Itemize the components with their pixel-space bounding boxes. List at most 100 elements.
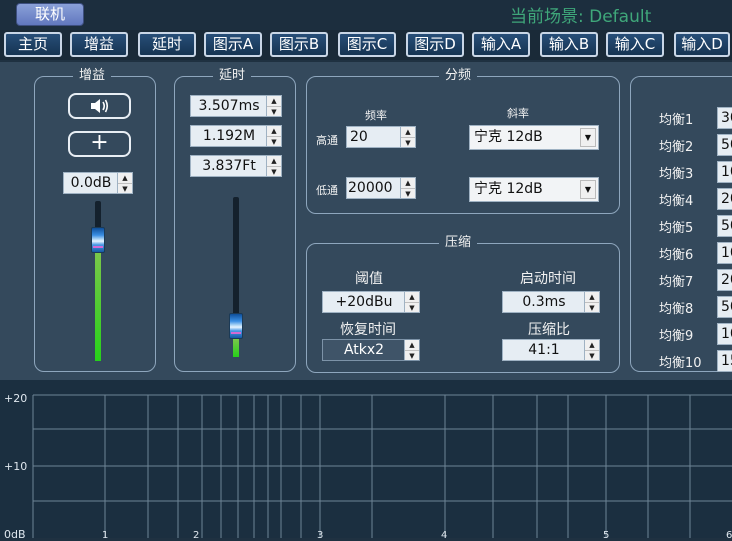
highpass-slope-select[interactable]: 宁克 12dB ▼ <box>469 125 599 150</box>
ratio-label: 压缩比 <box>528 322 570 338</box>
add-button[interactable]: + <box>68 131 131 157</box>
threshold-spinbox[interactable]: +20dBu ▲ ▼ <box>322 291 420 313</box>
mute-button[interactable] <box>68 93 131 119</box>
eq-value-4[interactable]: 20 <box>717 188 732 210</box>
chevron-down-icon[interactable]: ▼ <box>580 180 596 199</box>
delay-meters-arrows[interactable]: ▲ ▼ <box>266 126 281 146</box>
tab-input-b[interactable]: 输入B <box>540 32 598 57</box>
lowpass-slope-value: 宁克 12dB <box>474 181 543 197</box>
eq-value-7[interactable]: 20 <box>717 269 732 291</box>
delay-feet-spinbox[interactable]: 3.837Ft ▲ ▼ <box>190 155 282 177</box>
lowpass-frequency-arrows[interactable]: ▲ ▼ <box>400 178 415 198</box>
y-label-0db: 0dB <box>4 528 26 541</box>
graph-grid <box>32 394 732 538</box>
y-label-plus10: +10 <box>4 460 28 473</box>
tab-graph-d[interactable]: 图示D <box>406 32 464 57</box>
attack-arrows[interactable]: ▲ ▼ <box>584 292 599 312</box>
connect-button[interactable]: 联机 <box>16 3 84 26</box>
lowpass-label: 低通 <box>316 184 338 197</box>
frequency-header: 频率 <box>365 109 387 122</box>
x-label-1: 1 <box>102 530 109 541</box>
highpass-frequency-arrows[interactable]: ▲ ▼ <box>400 127 415 147</box>
eq-value-6[interactable]: 10 <box>717 242 732 264</box>
delay-level-meter <box>233 339 239 357</box>
tab-input-d[interactable]: 输入D <box>674 32 730 57</box>
threshold-arrows[interactable]: ▲ ▼ <box>404 292 419 312</box>
eq-label-5: 均衡5 <box>659 221 694 236</box>
eq-label-10: 均衡10 <box>659 356 702 371</box>
highpass-slope-value: 宁克 12dB <box>474 129 543 145</box>
eq-group: 均衡1 均衡2 均衡3 均衡4 均衡5 均衡6 均衡7 均衡8 均衡9 均衡10… <box>630 76 732 372</box>
release-spinbox[interactable]: Atkx2 ▲ ▼ <box>322 339 420 361</box>
delay-meters-value: 1.192M <box>202 128 256 144</box>
attack-spinbox[interactable]: 0.3ms ▲ ▼ <box>502 291 600 313</box>
chevron-down-icon[interactable]: ▼ <box>580 128 596 147</box>
gain-title: 增益 <box>73 68 112 84</box>
gain-value: 0.0dB <box>70 175 112 191</box>
tab-gain[interactable]: 增益 <box>70 32 128 57</box>
gain-group: 增益 + 0.0dB ▲ ▼ <box>34 68 156 372</box>
gain-value-spinbox[interactable]: 0.0dB ▲ ▼ <box>63 172 133 194</box>
x-label-3: 3 <box>317 530 324 541</box>
eq-value-8[interactable]: 50 <box>717 296 732 318</box>
attack-label: 启动时间 <box>520 271 576 287</box>
delay-slider-thumb[interactable] <box>229 313 243 339</box>
eq-value-2[interactable]: 50 <box>717 134 732 156</box>
tab-home[interactable]: 主页 <box>4 32 62 57</box>
response-graph <box>0 380 732 538</box>
ratio-arrows[interactable]: ▲ ▼ <box>584 340 599 360</box>
x-label-5: 5 <box>603 530 610 541</box>
top-bar: 联机 当前场景: Default <box>0 0 732 30</box>
x-label-4: 4 <box>441 530 448 541</box>
y-label-plus20: +20 <box>4 392 28 405</box>
highpass-frequency-spinbox[interactable]: 20 ▲ ▼ <box>346 126 416 148</box>
eq-label-4: 均衡4 <box>659 194 694 209</box>
gain-spin-arrows[interactable]: ▲ ▼ <box>117 173 132 193</box>
eq-label-6: 均衡6 <box>659 248 694 263</box>
attack-value: 0.3ms <box>522 294 566 310</box>
lowpass-frequency-spinbox[interactable]: 20000 ▲ ▼ <box>346 177 416 199</box>
speaker-icon <box>90 99 108 113</box>
crossover-group: 分频 频率 斜率 高通 20 ▲ ▼ 宁克 12dB ▼ 低通 20000 ▲ ▼ … <box>306 68 620 214</box>
eq-value-3[interactable]: 10 <box>717 161 732 183</box>
crossover-title: 分频 <box>439 68 478 84</box>
nav-bar: 主页 增益 延时 图示A 图示B 图示C 图示D 输入A 输入B 输入C 输入D <box>0 30 732 60</box>
eq-label-3: 均衡3 <box>659 167 694 182</box>
eq-value-10[interactable]: 15 <box>717 350 732 372</box>
ratio-value: 41:1 <box>528 342 560 358</box>
delay-group: 延时 3.507ms ▲ ▼ 1.192M ▲ ▼ 3.837Ft ▲ ▼ <box>174 68 296 372</box>
threshold-label: 阈值 <box>355 271 383 287</box>
eq-value-5[interactable]: 50 <box>717 215 732 237</box>
eq-label-8: 均衡8 <box>659 302 694 317</box>
delay-ms-value: 3.507ms <box>198 98 260 114</box>
delay-meters-spinbox[interactable]: 1.192M ▲ ▼ <box>190 125 282 147</box>
highpass-label: 高通 <box>316 134 338 147</box>
release-arrows[interactable]: ▲ ▼ <box>404 340 419 360</box>
lowpass-slope-select[interactable]: 宁克 12dB ▼ <box>469 177 599 202</box>
threshold-value: +20dBu <box>335 294 393 310</box>
tab-input-a[interactable]: 输入A <box>472 32 530 57</box>
x-label-2: 2 <box>193 530 200 541</box>
delay-ms-arrows[interactable]: ▲ ▼ <box>266 96 281 116</box>
tab-delay[interactable]: 延时 <box>138 32 196 57</box>
gain-slider-thumb[interactable] <box>91 227 105 253</box>
compressor-group: 压缩 阈值 +20dBu ▲ ▼ 启动时间 0.3ms ▲ ▼ 恢复时间 Atkx2… <box>306 235 620 373</box>
release-label: 恢复时间 <box>340 322 396 338</box>
eq-value-1[interactable]: 30 <box>717 107 732 129</box>
delay-feet-value: 3.837Ft <box>202 158 256 174</box>
release-value: Atkx2 <box>343 342 385 358</box>
eq-label-2: 均衡2 <box>659 140 694 155</box>
delay-title: 延时 <box>213 68 252 84</box>
tab-graph-a[interactable]: 图示A <box>204 32 262 57</box>
eq-value-9[interactable]: 10 <box>717 323 732 345</box>
tab-graph-c[interactable]: 图示C <box>338 32 396 57</box>
gain-level-meter <box>95 253 101 361</box>
ratio-spinbox[interactable]: 41:1 ▲ ▼ <box>502 339 600 361</box>
tab-input-c[interactable]: 输入C <box>606 32 664 57</box>
eq-label-1: 均衡1 <box>659 113 694 128</box>
delay-feet-arrows[interactable]: ▲ ▼ <box>266 156 281 176</box>
eq-label-7: 均衡7 <box>659 275 694 290</box>
lowpass-frequency-value: 20000 <box>348 180 393 196</box>
tab-graph-b[interactable]: 图示B <box>270 32 328 57</box>
delay-ms-spinbox[interactable]: 3.507ms ▲ ▼ <box>190 95 282 117</box>
